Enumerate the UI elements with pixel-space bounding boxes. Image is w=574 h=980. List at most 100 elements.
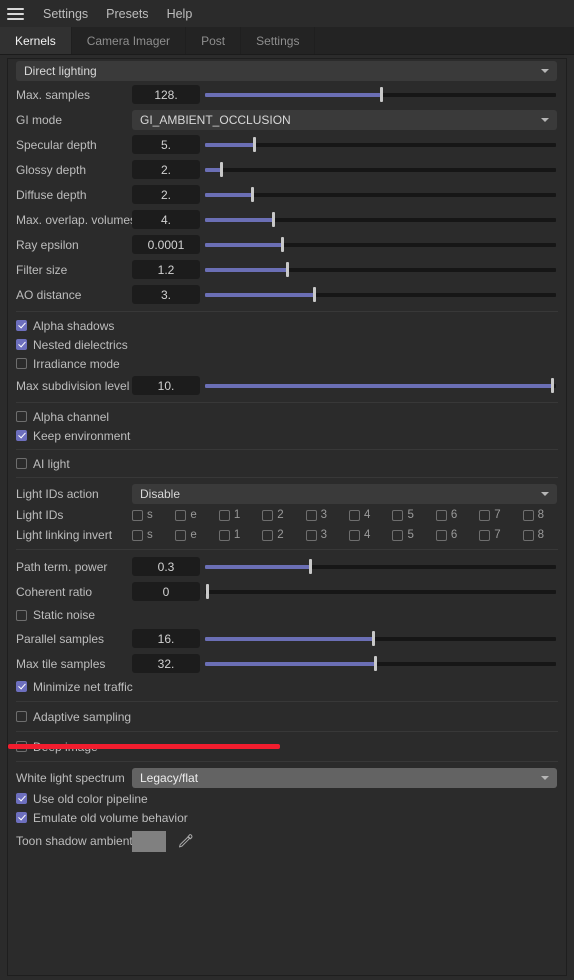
- slider-filter-size[interactable]: [205, 260, 556, 279]
- light-linking-8[interactable]: 8: [522, 529, 566, 541]
- slider-diffuse-depth[interactable]: [205, 185, 556, 204]
- light-linking-s[interactable]: s: [132, 529, 175, 541]
- value-coherent-ratio[interactable]: 0: [132, 582, 200, 601]
- checkbox-use-old-color-pipeline[interactable]: [16, 793, 27, 804]
- row-irradiance-mode[interactable]: Irradiance mode: [8, 354, 566, 373]
- row-static-noise[interactable]: Static noise: [8, 604, 566, 626]
- light-id-e[interactable]: e: [175, 509, 218, 521]
- checkbox-light-id-s[interactable]: [132, 509, 143, 521]
- checkbox-alpha-channel[interactable]: [16, 411, 27, 422]
- value-max-samples[interactable]: 128.: [132, 85, 200, 104]
- checkbox-ai-light[interactable]: [16, 458, 27, 469]
- checkbox-light-linking-4[interactable]: [349, 529, 361, 541]
- row-emulate-old-volume-behavior[interactable]: Emulate old volume behavior: [8, 808, 566, 827]
- slider-max-samples[interactable]: [205, 85, 556, 104]
- menu-item-settings[interactable]: Settings: [34, 4, 97, 24]
- menu-item-presets[interactable]: Presets: [97, 4, 157, 24]
- tab-camera-imager[interactable]: Camera Imager: [72, 27, 187, 54]
- checkbox-light-linking-8[interactable]: [522, 529, 534, 541]
- row-nested-dielectrics[interactable]: Nested dielectrics: [8, 335, 566, 354]
- eyedropper-icon[interactable]: [176, 832, 194, 850]
- checkbox-light-id-e[interactable]: [175, 509, 187, 521]
- toon-shadow-ambient-color-swatch[interactable]: [132, 830, 166, 852]
- row-minimize-net-traffic[interactable]: Minimize net traffic: [8, 676, 566, 697]
- checkbox-light-id-7[interactable]: [479, 509, 491, 521]
- checkbox-light-linking-7[interactable]: [479, 529, 491, 541]
- light-id-7[interactable]: 7: [479, 509, 522, 521]
- white-light-spectrum-dropdown[interactable]: Legacy/flat: [132, 767, 557, 788]
- checkbox-light-linking-3[interactable]: [305, 529, 317, 541]
- checkbox-light-id-6[interactable]: [435, 509, 447, 521]
- row-alpha-shadows[interactable]: Alpha shadows: [8, 316, 566, 335]
- checkbox-light-id-8[interactable]: [522, 509, 534, 521]
- row-adaptive-sampling[interactable]: Adaptive sampling: [8, 706, 566, 727]
- tab-settings[interactable]: Settings: [241, 27, 316, 54]
- row-alpha-channel[interactable]: Alpha channel: [8, 407, 566, 426]
- slider-max-overlap-volumes[interactable]: [205, 210, 556, 229]
- slider-specular-depth[interactable]: [205, 135, 556, 154]
- checkbox-light-linking-2[interactable]: [262, 529, 274, 541]
- slider-ao-distance[interactable]: [205, 285, 556, 304]
- light-linking-6[interactable]: 6: [435, 529, 479, 541]
- checkbox-light-linking-6[interactable]: [435, 529, 447, 541]
- checkbox-minimize-net-traffic[interactable]: [16, 681, 27, 692]
- light-ids-action-dropdown[interactable]: Disable: [132, 483, 557, 504]
- value-max-overlap-volumes[interactable]: 4.: [132, 210, 200, 229]
- value-parallel-samples[interactable]: 16.: [132, 629, 200, 648]
- value-max-subdivision-level[interactable]: 10.: [132, 376, 200, 395]
- slider-path-term-power[interactable]: [205, 557, 556, 576]
- light-id-8[interactable]: 8: [522, 509, 566, 521]
- value-specular-depth[interactable]: 5.: [132, 135, 200, 154]
- slider-glossy-depth[interactable]: [205, 160, 556, 179]
- checkbox-light-id-5[interactable]: [392, 509, 404, 521]
- slider-parallel-samples[interactable]: [205, 629, 556, 648]
- row-ai-light[interactable]: AI light: [8, 454, 566, 473]
- value-filter-size[interactable]: 1.2: [132, 260, 200, 279]
- checkbox-light-id-2[interactable]: [262, 509, 274, 521]
- checkbox-alpha-shadows[interactable]: [16, 320, 27, 331]
- checkbox-irradiance-mode[interactable]: [16, 358, 27, 369]
- light-linking-1[interactable]: 1: [218, 529, 262, 541]
- value-glossy-depth[interactable]: 2.: [132, 160, 200, 179]
- light-linking-4[interactable]: 4: [349, 529, 392, 541]
- kernel-type-dropdown[interactable]: Direct lighting: [16, 60, 557, 81]
- checkbox-keep-environment[interactable]: [16, 430, 27, 441]
- row-use-old-color-pipeline[interactable]: Use old color pipeline: [8, 789, 566, 808]
- light-linking-e[interactable]: e: [175, 529, 218, 541]
- slider-ray-epsilon[interactable]: [205, 235, 556, 254]
- tab-post[interactable]: Post: [186, 27, 242, 54]
- light-id-6[interactable]: 6: [435, 509, 479, 521]
- hamburger-menu-icon[interactable]: [7, 7, 24, 20]
- light-id-4[interactable]: 4: [349, 509, 392, 521]
- slider-max-tile-samples[interactable]: [205, 654, 556, 673]
- light-id-2[interactable]: 2: [262, 509, 305, 521]
- value-ray-epsilon[interactable]: 0.0001: [132, 235, 200, 254]
- light-linking-2[interactable]: 2: [262, 529, 305, 541]
- checkbox-emulate-old-volume-behavior[interactable]: [16, 812, 27, 823]
- checkbox-light-linking-e[interactable]: [175, 529, 187, 541]
- light-linking-7[interactable]: 7: [479, 529, 522, 541]
- checkbox-light-linking-5[interactable]: [392, 529, 404, 541]
- menu-item-help[interactable]: Help: [158, 4, 202, 24]
- light-linking-5[interactable]: 5: [392, 529, 435, 541]
- light-id-3[interactable]: 3: [305, 509, 349, 521]
- value-diffuse-depth[interactable]: 2.: [132, 185, 200, 204]
- checkbox-light-linking-s[interactable]: [132, 529, 143, 541]
- light-id-s[interactable]: s: [132, 509, 175, 521]
- slider-coherent-ratio[interactable]: [205, 582, 556, 601]
- checkbox-light-id-1[interactable]: [218, 509, 230, 521]
- checkbox-light-linking-1[interactable]: [218, 529, 230, 541]
- light-id-5[interactable]: 5: [392, 509, 435, 521]
- light-id-1[interactable]: 1: [218, 509, 262, 521]
- value-ao-distance[interactable]: 3.: [132, 285, 200, 304]
- checkbox-static-noise[interactable]: [16, 609, 27, 621]
- light-linking-3[interactable]: 3: [305, 529, 349, 541]
- gi-mode-dropdown[interactable]: GI_AMBIENT_OCCLUSION: [132, 109, 557, 130]
- checkbox-light-id-3[interactable]: [305, 509, 317, 521]
- checkbox-nested-dielectrics[interactable]: [16, 339, 27, 350]
- row-keep-environment[interactable]: Keep environment: [8, 426, 566, 445]
- checkbox-adaptive-sampling[interactable]: [16, 711, 27, 722]
- slider-max-subdivision-level[interactable]: [205, 376, 556, 395]
- value-path-term-power[interactable]: 0.3: [132, 557, 200, 576]
- tab-kernels[interactable]: Kernels: [0, 27, 72, 54]
